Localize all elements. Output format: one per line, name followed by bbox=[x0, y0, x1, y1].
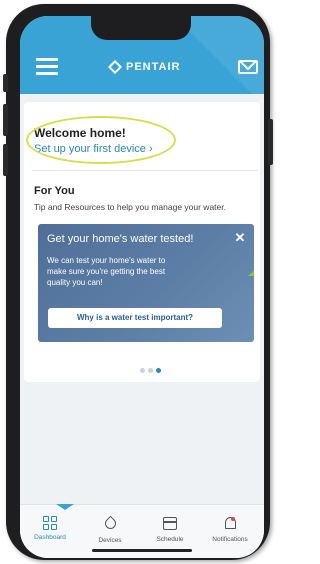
section-divider bbox=[32, 170, 258, 171]
app-screen: PENTAIR Welcome home! Set up your first … bbox=[20, 16, 264, 558]
volume-down-button bbox=[3, 144, 8, 176]
phone-notch bbox=[91, 16, 191, 40]
tab-devices[interactable]: Devices bbox=[82, 515, 138, 544]
carousel-dot-active[interactable] bbox=[156, 368, 161, 373]
carousel-dot[interactable] bbox=[148, 368, 153, 373]
carousel-dots bbox=[140, 368, 164, 373]
tab-label: Dashboard bbox=[34, 534, 66, 541]
for-you-subtitle: Tip and Resources to help you manage you… bbox=[34, 202, 226, 212]
mute-switch bbox=[3, 74, 8, 92]
tab-label: Notifications bbox=[212, 536, 248, 543]
promo-body: We can test your home's water to make su… bbox=[47, 256, 166, 287]
volume-up-button bbox=[3, 104, 8, 136]
water-test-info-button[interactable]: Why is a water test important? bbox=[48, 308, 222, 328]
active-tab-indicator bbox=[56, 504, 74, 510]
water-test-promo-card[interactable]: Get your home's water tested! ✕ We can t… bbox=[38, 224, 254, 342]
brand-name: PENTAIR bbox=[126, 61, 181, 73]
dashboard-content: Welcome home! Set up your first device ›… bbox=[20, 94, 264, 504]
phone-frame: PENTAIR Welcome home! Set up your first … bbox=[3, 4, 273, 560]
pentair-diamond-icon bbox=[108, 60, 122, 74]
dashboard-card: Welcome home! Set up your first device ›… bbox=[24, 102, 260, 382]
tab-schedule[interactable]: Schedule bbox=[142, 515, 198, 543]
power-button bbox=[268, 119, 273, 165]
for-you-title: For You bbox=[34, 185, 75, 197]
highlight-circle bbox=[26, 116, 176, 164]
welcome-title: Welcome home! bbox=[34, 126, 126, 140]
setup-device-link[interactable]: Set up your first device › bbox=[34, 143, 153, 155]
notification-dot bbox=[231, 517, 235, 521]
hamburger-menu-icon[interactable] bbox=[36, 58, 58, 75]
dashboard-grid-icon bbox=[42, 515, 58, 531]
water-drop-icon bbox=[102, 515, 118, 534]
pentair-logo: PENTAIR bbox=[108, 60, 180, 74]
carousel-dot[interactable] bbox=[140, 368, 145, 373]
promo-accent-shape bbox=[248, 262, 254, 276]
home-indicator[interactable] bbox=[92, 549, 192, 552]
tab-label: Schedule bbox=[156, 536, 184, 543]
tab-dashboard[interactable]: Dashboard bbox=[22, 515, 78, 541]
close-icon[interactable]: ✕ bbox=[234, 231, 246, 244]
calendar-icon bbox=[162, 517, 178, 533]
promo-title: Get your home's water tested! bbox=[47, 233, 194, 245]
tab-notifications[interactable]: Notifications bbox=[202, 515, 258, 543]
bell-icon bbox=[222, 517, 238, 533]
tab-label: Devices bbox=[98, 537, 122, 544]
